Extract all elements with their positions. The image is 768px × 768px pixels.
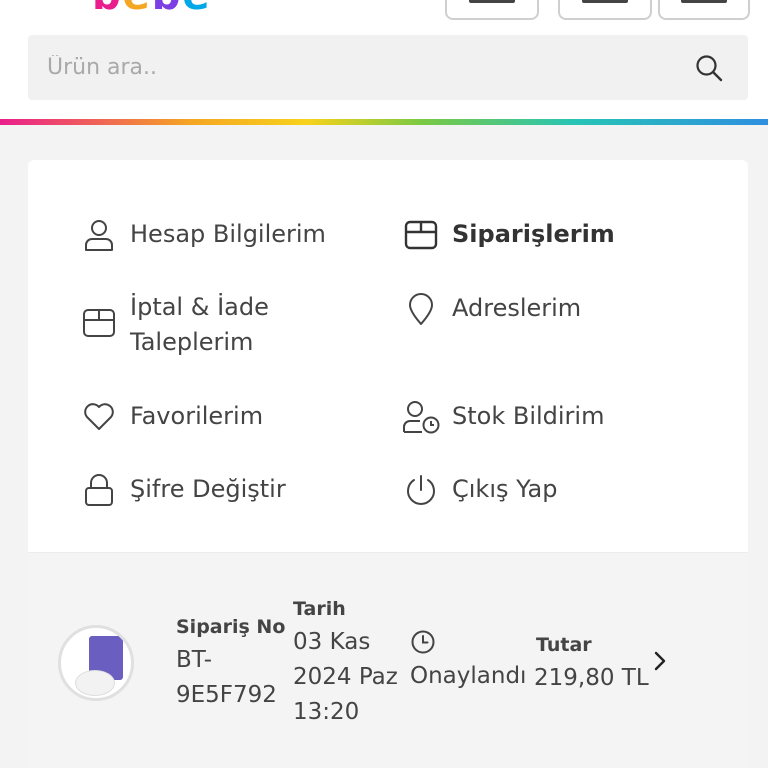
order-total-value: 219,80 TL [534,665,649,691]
menu-item-favorites[interactable]: Favorilerim [80,398,263,436]
menu-item-label: Favorilerim [130,402,264,430]
order-number-value-line1: BT- [176,647,213,673]
user-clock-icon [402,398,440,436]
rainbow-divider [0,119,768,125]
order-date-line2: 2024 Paz [293,664,398,690]
lock-icon [80,471,118,509]
header-favorites-button[interactable] [558,0,652,20]
search-icon[interactable] [694,53,724,83]
order-number-column: Sipariş No BT- 9E5F792 [176,611,286,713]
menu-item-orders[interactable]: Siparişlerim [402,216,615,254]
return-box-icon [80,304,118,342]
user-icon [80,216,118,254]
menu-item-stock-notification[interactable]: Stok Bildirim [402,398,604,436]
clock-icon [411,630,435,654]
product-pad [75,670,115,696]
header-account-button[interactable] [445,0,539,20]
menu-item-label: Stok Bildirim [452,402,605,430]
header-button-bar [681,0,727,3]
header-button-bar [582,0,628,3]
menu-item-addresses[interactable]: Adreslerim [402,290,581,328]
logo-letter: e [123,0,152,16]
order-row[interactable]: Sipariş No BT- 9E5F792 Tarih 03 Kas 2024… [28,552,748,768]
logo-letter: b [152,0,183,16]
order-status-value: Onaylandı [410,663,527,689]
product-thumbnail [58,625,134,701]
menu-item-label: Adreslerim [452,294,582,322]
menu-item-label: Çıkış Yap [452,475,558,503]
order-total-label: Tutar [536,634,592,656]
logo-letter: e [182,0,211,16]
chevron-right-icon[interactable] [648,649,672,673]
brand-logo[interactable]: bebe [92,0,252,16]
order-date-line1: 03 Kas [293,629,371,655]
power-icon [402,471,440,509]
header-button-bar [469,0,515,3]
menu-item-label: Şifre Değiştir [130,475,286,503]
menu-item-account-info[interactable]: Hesap Bilgilerim [80,216,326,254]
menu-item-cancel-return[interactable]: İptal & İade Taleplerim [80,290,320,360]
account-menu: Hesap Bilgilerim Siparişlerim İptal & İa… [28,160,748,552]
order-number-label: Sipariş No [176,616,286,638]
search-input[interactable] [28,35,748,100]
box-icon [402,216,440,254]
location-pin-icon [402,290,440,328]
header-menu-button[interactable] [658,0,750,20]
menu-item-label: Hesap Bilgilerim [130,220,326,248]
order-date-line3: 13:20 [293,699,360,725]
order-number-value-line2: 9E5F792 [176,682,277,708]
order-total-column: Tutar 219,80 TL [534,629,649,696]
order-status-column: Onaylandı [410,629,538,694]
order-date-column: Tarih 03 Kas 2024 Paz 13:20 [293,593,405,730]
heart-icon [80,398,118,436]
search-bar [28,35,748,100]
menu-item-label: Siparişlerim [452,220,615,248]
menu-item-label: İptal & İade Taleplerim [130,293,269,356]
order-date-label: Tarih [293,598,346,620]
menu-item-logout[interactable]: Çıkış Yap [402,471,557,509]
header: bebe [0,0,768,122]
menu-item-change-password[interactable]: Şifre Değiştir [80,471,286,509]
logo-letter: b [92,0,123,16]
